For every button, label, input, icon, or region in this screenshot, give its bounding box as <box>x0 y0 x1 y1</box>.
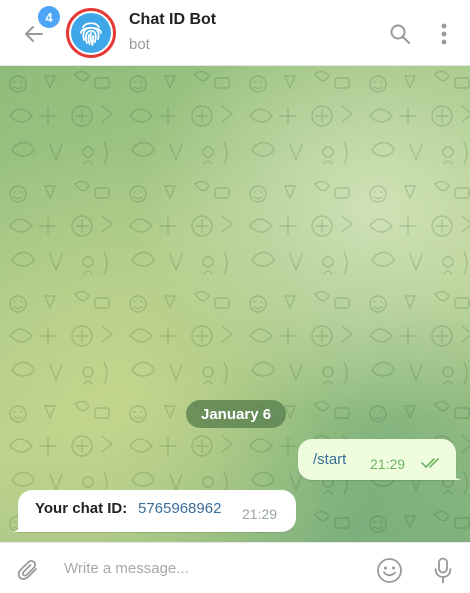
search-icon <box>390 24 410 44</box>
voice-message-button[interactable] <box>430 555 456 585</box>
double-check-icon <box>421 458 439 468</box>
incoming-message-time: 21:29 <box>242 506 278 522</box>
bubble-tail <box>12 520 22 532</box>
outgoing-message-time: 21:29 <box>370 456 406 472</box>
avatar[interactable] <box>66 8 116 58</box>
more-options-button[interactable] <box>432 20 456 48</box>
fingerprint-icon <box>80 22 102 46</box>
search-button[interactable] <box>386 20 414 48</box>
chat-title[interactable]: Chat ID Bot <box>129 11 216 29</box>
unread-count-badge: 4 <box>38 6 60 28</box>
outgoing-message[interactable]: /start 21:29 <box>298 439 462 480</box>
message-list[interactable]: January 6 /start 21:29 Your chat ID: 576… <box>0 66 470 542</box>
incoming-message[interactable]: Your chat ID: 5765968962 21:29 <box>12 490 296 532</box>
message-input[interactable] <box>56 553 356 583</box>
bubble-tail <box>452 468 462 480</box>
chat-id-label: Your chat ID: <box>35 500 128 517</box>
smiley-icon <box>376 557 402 583</box>
chat-header: 4 Chat ID Bot bot <box>0 0 470 66</box>
paperclip-icon <box>17 559 37 580</box>
telegram-chat-window: 4 Chat ID Bot bot January 6 /start 21:29… <box>0 0 470 593</box>
more-vertical-icon <box>441 23 447 45</box>
avatar-background <box>71 13 111 53</box>
emoji-button[interactable] <box>374 555 404 585</box>
outgoing-message-text: /start <box>313 451 347 468</box>
date-separator: January 6 <box>186 400 287 428</box>
attach-button[interactable] <box>14 556 42 584</box>
chat-status: bot <box>129 36 150 53</box>
message-composer <box>0 542 470 593</box>
microphone-icon <box>434 557 452 583</box>
chat-id-value[interactable]: 5765968962 <box>138 500 221 517</box>
